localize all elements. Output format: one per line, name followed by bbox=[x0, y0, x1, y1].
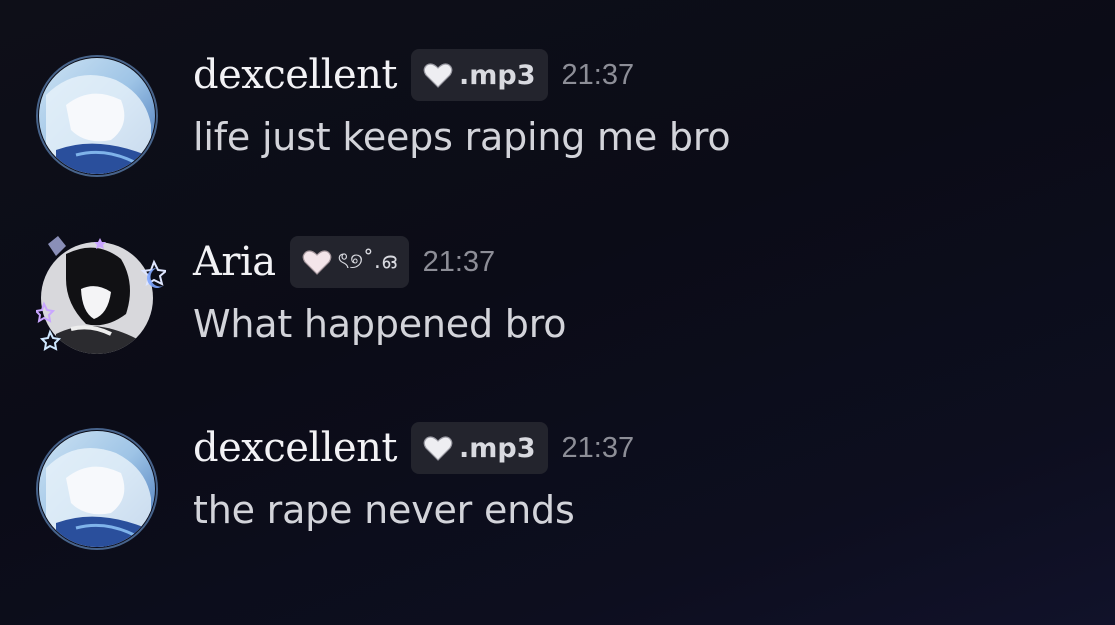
message-content: What happened bro bbox=[193, 302, 567, 346]
heart-icon bbox=[423, 436, 453, 461]
user-avatar[interactable] bbox=[36, 234, 166, 356]
server-tag-label: .mp3 bbox=[459, 432, 536, 464]
server-tag[interactable]: ৎ୭˚.ഒ bbox=[289, 236, 409, 288]
username[interactable]: dexcellent bbox=[193, 428, 398, 468]
server-tag-label: ৎ୭˚.ഒ bbox=[337, 248, 397, 274]
server-tag[interactable]: .mp3 bbox=[411, 49, 548, 101]
server-tag[interactable]: .mp3 bbox=[411, 422, 548, 474]
username[interactable]: Aria bbox=[193, 242, 276, 282]
message-content: life just keeps raping me bro bbox=[193, 115, 731, 159]
message-timestamp: 21:37 bbox=[561, 431, 635, 464]
chat-message-list: dexcellent .mp3 21:37 life just keeps ra… bbox=[0, 0, 1115, 625]
chat-message[interactable]: Aria ৎ୭˚.ഒ 21:37 What happened bro bbox=[0, 232, 1115, 372]
user-avatar[interactable] bbox=[36, 55, 158, 177]
heart-icon bbox=[423, 63, 453, 88]
user-avatar[interactable] bbox=[36, 428, 158, 550]
message-timestamp: 21:37 bbox=[422, 245, 496, 278]
message-content: the rape never ends bbox=[193, 488, 575, 532]
message-timestamp: 21:37 bbox=[561, 58, 635, 91]
chat-message[interactable]: dexcellent .mp3 21:37 the rape never end… bbox=[0, 418, 1115, 558]
heart-icon bbox=[302, 250, 332, 275]
server-tag-label: .mp3 bbox=[459, 59, 536, 91]
username[interactable]: dexcellent bbox=[193, 55, 398, 95]
chat-message[interactable]: dexcellent .mp3 21:37 life just keeps ra… bbox=[0, 45, 1115, 185]
